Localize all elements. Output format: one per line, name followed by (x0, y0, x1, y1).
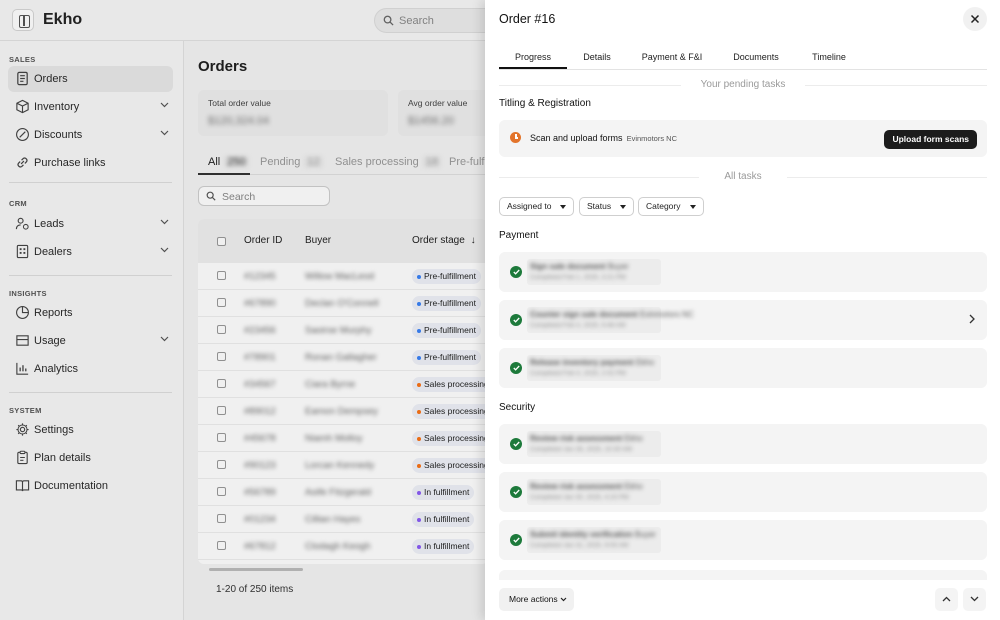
task-card[interactable]: Counter sign sale document Evinmotors NC… (499, 300, 987, 340)
close-button[interactable] (963, 7, 987, 31)
chevron-down-icon (560, 597, 567, 602)
chevron-up-icon (942, 596, 951, 602)
task-details: Sign sale document Buyer Completed Feb 1,… (527, 259, 661, 285)
chevron-right-icon[interactable] (969, 314, 975, 324)
task-details: Release inventory payment Ekho Completed … (527, 355, 661, 381)
task-completed-time: Completed Jan 31, 2025, 9:05 AM (530, 542, 629, 549)
filter-label: Assigned to (507, 201, 552, 211)
task-card[interactable]: Sign sale document Buyer Completed Feb 1,… (499, 252, 987, 292)
order-drawer: Order #16 Progress Details Payment & F&I… (485, 0, 1000, 620)
tab-documents[interactable]: Documents (723, 52, 789, 62)
close-icon (970, 14, 980, 24)
task-completed-time: Completed Feb 1, 2025, 3:21 PM (530, 274, 626, 281)
section-titling: Titling & Registration (499, 98, 591, 109)
pending-task-assignee: Evinmotors NC (626, 134, 677, 143)
task-completed-time: Completed Feb 3, 2025, 9:48 AM (530, 322, 626, 329)
filter-label: Category (646, 201, 681, 211)
task-name: Counter sign sale document (530, 310, 638, 319)
check-circle-icon (510, 266, 522, 278)
filter-label: Status (587, 201, 612, 211)
task-title: Review risk assessment Ekho (530, 482, 643, 491)
filter-assigned-to[interactable]: Assigned to (499, 197, 575, 216)
task-completed-time: Completed Jan 28, 2025, 10:30 AM (530, 446, 632, 453)
task-assignee: Ekho (624, 482, 643, 491)
task-assignee: Buyer (634, 530, 656, 539)
pending-task-name: Scan and upload forms (530, 133, 623, 143)
check-circle-icon (510, 534, 522, 546)
section-payment: Payment (499, 230, 539, 241)
clock-icon (510, 132, 521, 143)
tab-progress[interactable]: Progress (499, 52, 567, 62)
task-details: Submit identity verification Buyer Comple… (527, 527, 661, 553)
check-circle-icon (510, 486, 522, 498)
check-circle-icon (510, 438, 522, 450)
task-details: Counter sign sale document Evinmotors NC… (527, 307, 694, 333)
check-circle-icon (510, 362, 522, 374)
modal-overlay[interactable] (0, 0, 485, 620)
pending-tasks-label: Your pending tasks (499, 79, 987, 90)
task-assignee: Buyer (607, 262, 629, 271)
section-security: Security (499, 402, 536, 413)
task-name: Submit identity verification (530, 530, 633, 539)
chevron-down-icon (970, 596, 979, 602)
more-actions-label: More actions (509, 594, 558, 604)
drawer-footer: More actions (485, 580, 1000, 620)
drawer-title: Order #16 (499, 12, 556, 26)
caret-down-icon (689, 205, 696, 209)
task-assignee: Ekho (635, 358, 655, 367)
task-card[interactable]: Review risk assessment Ekho Completed Jan… (499, 424, 987, 464)
filter-category[interactable]: Category (638, 197, 704, 216)
task-card[interactable]: Review risk assessment Ekho Completed Jan… (499, 472, 987, 512)
task-details: Review risk assessment Ekho Completed Jan… (527, 479, 661, 505)
upload-form-scans-button[interactable]: Upload form scans (884, 130, 977, 149)
caret-down-icon (560, 205, 567, 209)
task-assignee: Ekho (624, 434, 643, 443)
task-name: Release inventory payment (530, 358, 634, 367)
pending-task-title: Scan and upload forms Evinmotors NC (530, 133, 677, 143)
tab-details[interactable]: Details (575, 52, 619, 62)
task-name: Review risk assessment (530, 434, 623, 443)
task-card[interactable]: Release inventory payment Ekho Completed … (499, 348, 987, 388)
tab-active-indicator (499, 67, 567, 69)
task-title: Counter sign sale document Evinmotors NC (530, 310, 694, 319)
more-actions-button[interactable]: More actions (499, 588, 574, 611)
next-order-button[interactable] (963, 588, 986, 611)
task-name: Sign sale document (530, 262, 606, 271)
tab-timeline[interactable]: Timeline (802, 52, 856, 62)
task-title: Release inventory payment Ekho (530, 358, 654, 367)
all-tasks-label: All tasks (499, 171, 987, 182)
task-completed-time: Completed Feb 4, 2025, 2:02 PM (530, 370, 626, 377)
task-details: Review risk assessment Ekho Completed Jan… (527, 431, 661, 457)
task-title: Review risk assessment Ekho (530, 434, 643, 443)
task-title: Sign sale document Buyer (530, 262, 629, 271)
tab-payment-fi[interactable]: Payment & F&I (635, 52, 709, 62)
task-assignee: Evinmotors NC (639, 310, 694, 319)
pending-task-card: Scan and upload forms Evinmotors NC Uploa… (499, 120, 987, 157)
check-circle-icon (510, 314, 522, 326)
caret-down-icon (620, 205, 627, 209)
task-name: Review risk assessment (530, 482, 623, 491)
task-title: Submit identity verification Buyer (530, 530, 656, 539)
drawer-tabs: Progress Details Payment & F&I Documents… (499, 46, 987, 70)
previous-order-button[interactable] (935, 588, 958, 611)
task-card[interactable]: Submit identity verification Buyer Comple… (499, 520, 987, 560)
filter-status[interactable]: Status (579, 197, 635, 216)
task-completed-time: Completed Jan 30, 2025, 4:15 PM (530, 494, 629, 501)
